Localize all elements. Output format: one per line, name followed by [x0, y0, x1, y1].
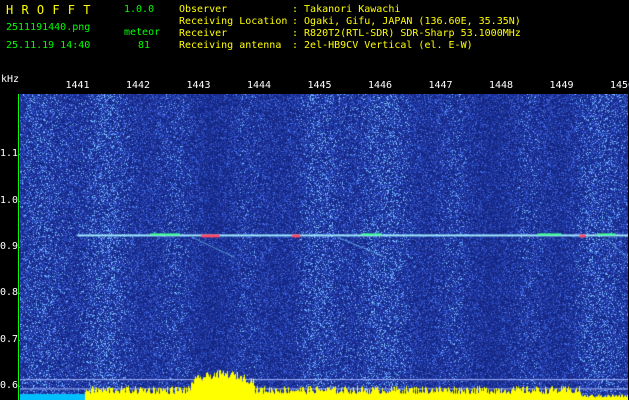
- y-tick-label: 0.9: [0, 241, 19, 252]
- x-tick-label: 1443: [186, 80, 211, 91]
- info-label-receiver: Receiver: [179, 28, 228, 39]
- info-value-location: : Ogaki, Gifu, JAPAN (136.60E, 35.35N): [292, 16, 521, 27]
- x-tick-label: 1444: [246, 80, 272, 91]
- x-tick-label: 1442: [125, 80, 151, 91]
- info-label-observer: Observer: [179, 4, 228, 15]
- x-tick-label: 1447: [428, 80, 453, 91]
- y-axis-line: [18, 94, 19, 400]
- y-tick-label: 0.8: [0, 287, 19, 299]
- x-tick-label: 1446: [367, 80, 393, 91]
- datetime-label: 25.11.19 14:40: [6, 40, 91, 51]
- info-label-antenna: Receiving antenna: [179, 40, 282, 51]
- spectrogram-waterfall: [20, 94, 628, 400]
- x-tick-label: 1448: [488, 80, 514, 91]
- y-tick-label: 1.0: [0, 194, 19, 206]
- x-tick-label: 1449: [549, 80, 574, 91]
- y-tick-label: 0.6: [0, 380, 19, 392]
- y-tick-label: 1.1: [0, 148, 19, 160]
- info-value-receiver: : R820T2(RTL-SDR) SDR-Sharp 53.1000MHz: [292, 28, 521, 39]
- file-name: 2511191440.png: [6, 22, 91, 33]
- x-tick-label: 1441: [65, 80, 90, 91]
- x-tick-label: 1450: [609, 80, 629, 91]
- header-panel: H R O F F T 1.0.0 2511191440.png meteor …: [0, 0, 629, 74]
- app-title: H R O F F T: [6, 3, 91, 17]
- info-value-observer: : Takanori Kawachi: [292, 4, 401, 15]
- info-value-antenna: : 2el-HB9CV Vertical (el. E-W): [292, 40, 473, 51]
- mode-label: meteor: [124, 27, 161, 38]
- count-label: 81: [138, 40, 151, 51]
- x-tick-label: 1445: [307, 80, 332, 91]
- y-unit-label: kHz: [1, 74, 20, 85]
- version-label: 1.0.0: [124, 4, 155, 15]
- info-label-location: Receiving Location: [179, 16, 288, 27]
- y-tick-label: 0.7: [0, 333, 19, 345]
- spectrogram-panel: kHz 1441 1442 1443 1444 1445 1446 1447 1448 1449…: [0, 74, 629, 400]
